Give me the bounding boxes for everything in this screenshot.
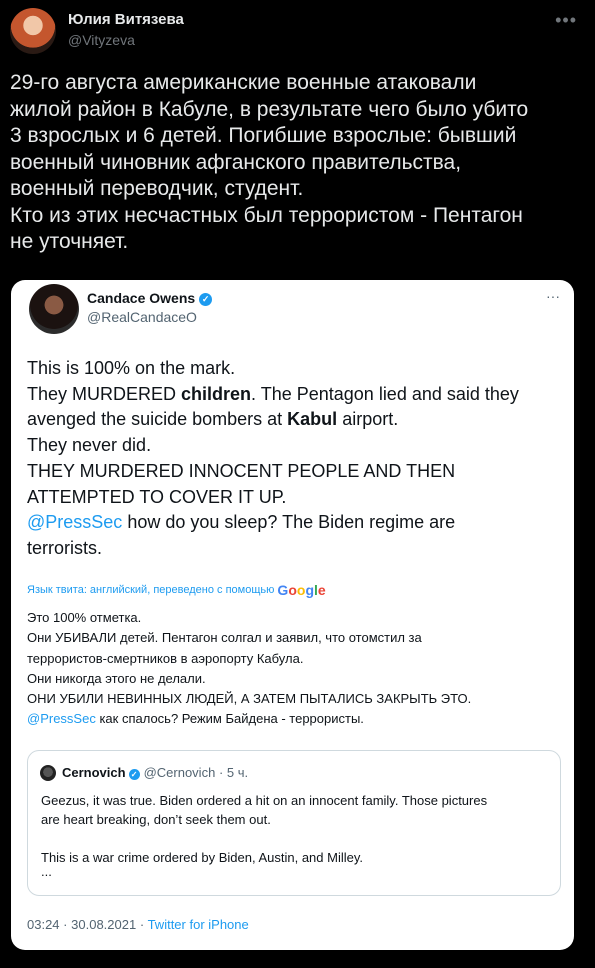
text-line: ... xyxy=(41,864,52,879)
author-handle[interactable]: @Vityzeva xyxy=(68,32,135,48)
tweet-line: жилой район в Кабуле, в результате чего … xyxy=(10,97,529,121)
tweet-line: не уточняет. xyxy=(10,230,129,253)
source-link[interactable]: Twitter for iPhone xyxy=(148,917,249,932)
date[interactable]: 30.08.2021 xyxy=(71,917,136,932)
google-logo: Google xyxy=(277,582,326,598)
embedded-avatar[interactable] xyxy=(29,284,79,334)
tweet-text: 29-го августа американские военные атако… xyxy=(10,70,585,256)
text-line: terrorists. xyxy=(27,537,103,558)
tweet-line: военный переводчик, студент. xyxy=(10,177,304,200)
embedded-author-handle[interactable]: @RealCandaceO xyxy=(87,309,197,325)
text-line: Geezus, it was true. Biden ordered a hit… xyxy=(41,793,488,808)
text-line: They never did. xyxy=(27,435,152,456)
tweet-footer: 03:24 · 30.08.2021 · Twitter for iPhone xyxy=(27,917,249,932)
text-line: They MURDERED children. The Pentagon lie… xyxy=(27,383,519,404)
mention-link[interactable]: @PressSec xyxy=(27,512,122,532)
translated-text: Это 100% отметка. Они УБИВАЛИ детей. Пен… xyxy=(27,608,567,730)
text-line: are heart breaking, don’t seek them out. xyxy=(41,812,271,827)
text-line: Они никогда этого не делали. xyxy=(27,670,206,686)
tweet-header: Юлия Витязева @Vityzeva ••• xyxy=(10,8,585,56)
tweet-line: 29-го августа американские военные атако… xyxy=(10,71,477,94)
text-line: @PressSec how do you sleep? The Biden re… xyxy=(27,512,456,533)
text-line: THEY MURDERED INNOCENT PEOPLE AND THEN xyxy=(27,460,456,481)
timestamp[interactable]: 03:24 xyxy=(27,917,60,932)
quoted-author[interactable]: Cernovich ✓ @Cernovich · 5 ч. xyxy=(62,765,248,780)
embedded-author-name[interactable]: Candace Owens ✓ xyxy=(87,290,213,306)
tweet-line: 3 взрослых и 6 детей. Погибшие взрослые:… xyxy=(10,124,517,147)
tweet-line: военный чиновник афганского правительств… xyxy=(10,150,462,174)
ellipsis-icon[interactable]: ••• xyxy=(555,10,577,31)
embedded-tweet-card[interactable]: Candace Owens ✓ @RealCandaceO ··· This is… xyxy=(11,280,574,950)
text-line: террористов-смертников в аэропорту Кабул… xyxy=(27,650,304,666)
verified-badge-icon: ✓ xyxy=(199,293,213,306)
translation-label[interactable]: Язык твита: английский, переведено с пом… xyxy=(27,582,326,598)
text-line: ATTEMPTED TO COVER IT UP. xyxy=(27,486,287,507)
tweet-line: Кто из этих несчастных был террористом -… xyxy=(10,203,523,227)
quoted-avatar[interactable] xyxy=(40,765,56,781)
mention-link[interactable]: @PressSec xyxy=(27,711,96,726)
text-line: ОНИ УБИЛИ НЕВИННЫХ ЛЮДЕЙ, А ЗАТЕМ ПЫТАЛИ… xyxy=(27,691,472,707)
text-line: Это 100% отметка. xyxy=(27,610,142,625)
text-line: This is 100% on the mark. xyxy=(27,358,236,378)
text-line: avenged the suicide bombers at Kabul air… xyxy=(27,409,399,430)
text-line: @PressSec как спалось? Режим Байдена - т… xyxy=(27,711,364,727)
avatar[interactable] xyxy=(10,8,56,54)
quoted-text: Geezus, it was true. Biden ordered a hit… xyxy=(41,791,551,879)
text-line: Они УБИВАЛИ детей. Пентагон солгал и зая… xyxy=(27,630,422,646)
quoted-tweet[interactable]: Cernovich ✓ @Cernovich · 5 ч. Geezus, it w… xyxy=(27,750,561,896)
embedded-tweet-text: This is 100% on the mark. They MURDERED … xyxy=(27,356,567,562)
ellipsis-icon[interactable]: ··· xyxy=(546,288,560,304)
author-name[interactable]: Юлия Витязева xyxy=(68,11,184,28)
text-line: This is a war crime ordered by Biden, Au… xyxy=(41,850,364,865)
verified-badge-icon: ✓ xyxy=(128,769,140,780)
